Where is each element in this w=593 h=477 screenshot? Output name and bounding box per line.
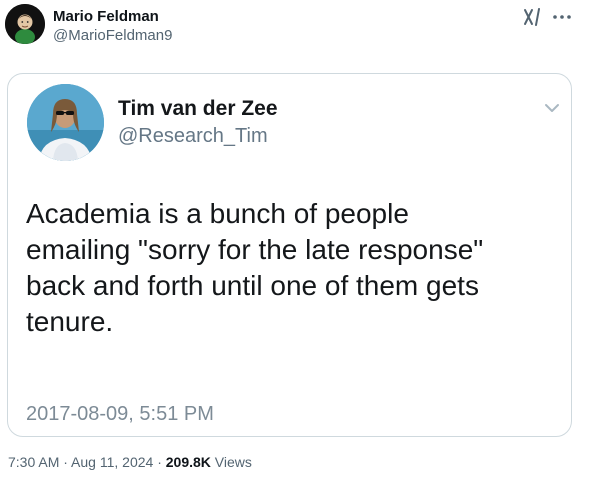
author-handle[interactable]: @MarioFeldman9 [53, 27, 172, 45]
post-date[interactable]: Aug 11, 2024 [71, 454, 153, 470]
author-avatar[interactable] [5, 4, 45, 44]
quoted-tweet-timestamp: 2017-08-09, 5:51 PM [26, 403, 214, 425]
quoted-author-name: Tim van der Zee [118, 97, 278, 120]
meta-separator: · [59, 454, 72, 470]
post: Mario Feldman @MarioFeldman9 Tim van der… [0, 0, 593, 477]
chevron-down-icon [542, 98, 562, 118]
views-count: 209.8K [165, 454, 211, 470]
post-time[interactable]: 7:30 AM [8, 454, 59, 470]
more-icon[interactable] [551, 6, 573, 28]
views-label: Views [210, 454, 252, 470]
quoted-author-avatar [27, 84, 104, 161]
author-name[interactable]: Mario Feldman [53, 8, 159, 26]
quoted-author-handle: @Research_Tim [118, 125, 268, 147]
grok-icon[interactable] [522, 6, 544, 28]
quoted-tweet-text: Academia is a bunch of people emailing "… [26, 198, 484, 337]
post-meta: 7:30 AM · Aug 11, 2024 · 209.8K Views [8, 453, 252, 471]
quoted-tweet-image[interactable]: Tim van der Zee @Research_Tim Academia i… [7, 73, 572, 437]
meta-separator: · [153, 454, 166, 470]
